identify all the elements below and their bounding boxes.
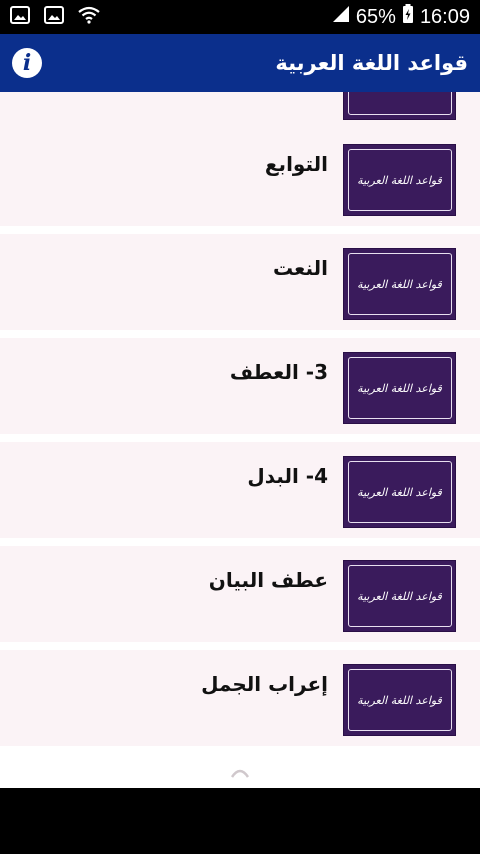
list-item-thumbnail: قواعد اللغة العربية <box>343 664 456 736</box>
list-item-label: 3- العطف <box>229 360 328 384</box>
image-icon <box>44 5 64 29</box>
list-item-thumbnail: قواعد اللغة العربية <box>343 92 456 120</box>
list-item-label: عطف البيان <box>208 568 328 592</box>
wifi-icon <box>78 6 100 29</box>
list-item[interactable]: قواعد اللغة العربية التوابع <box>0 130 480 226</box>
list-item[interactable]: قواعد اللغة العربية إعراب الجمل <box>0 650 480 746</box>
list-item-thumbnail: قواعد اللغة العربية <box>343 456 456 528</box>
loading-spinner-icon <box>230 766 250 780</box>
clock: 16:09 <box>419 5 470 28</box>
list-item[interactable]: قواعد اللغة العربية عطف البيان <box>0 546 480 642</box>
list-item-thumbnail: قواعد اللغة العربية <box>343 560 456 632</box>
cellular-signal-icon <box>332 5 350 29</box>
list-item[interactable]: قواعد اللغة العربية <box>0 92 480 130</box>
list-item[interactable]: قواعد اللغة العربية 3- العطف <box>0 338 480 434</box>
list-item-label: التوابع <box>264 152 328 176</box>
topics-list[interactable]: قواعد اللغة العربية قواعد اللغة العربية … <box>0 92 480 788</box>
battery-charging-icon <box>402 4 414 30</box>
list-item-label: إعراب الجمل <box>201 672 328 696</box>
system-nav-bar <box>0 788 480 854</box>
gallery-icon <box>10 5 30 29</box>
list-item[interactable]: قواعد اللغة العربية 4- البدل <box>0 442 480 538</box>
list-item-label: النعت <box>273 256 328 280</box>
info-icon[interactable]: i <box>12 48 42 78</box>
status-bar: 65% 16:09 <box>0 0 480 34</box>
list-item-label: 4- البدل <box>247 464 328 488</box>
app-title: قواعد اللغة العربية <box>275 51 468 75</box>
list-item[interactable]: قواعد اللغة العربية النعت <box>0 234 480 330</box>
list-item-thumbnail: قواعد اللغة العربية <box>343 248 456 320</box>
battery-percent: 65% <box>355 5 396 28</box>
list-item-thumbnail: قواعد اللغة العربية <box>343 144 456 216</box>
app-bar: i قواعد اللغة العربية <box>0 34 480 92</box>
list-item-thumbnail: قواعد اللغة العربية <box>343 352 456 424</box>
